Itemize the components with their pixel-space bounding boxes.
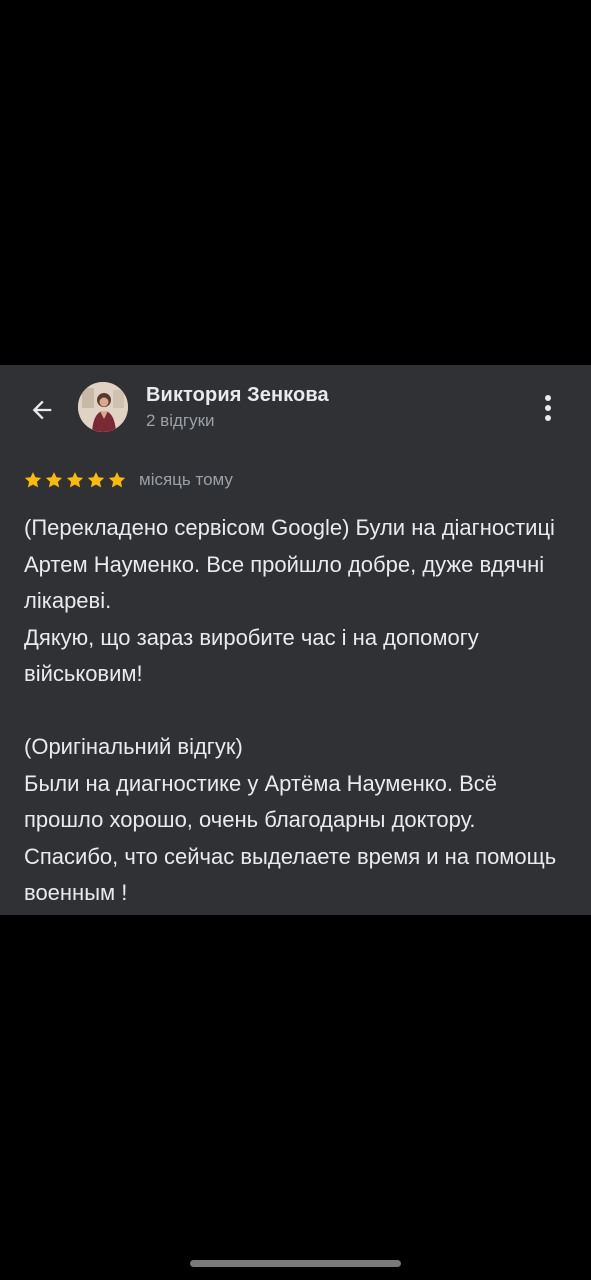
star-icon bbox=[87, 472, 105, 488]
star-icon bbox=[108, 472, 126, 488]
reviewer-name[interactable]: Виктория Зенкова bbox=[146, 384, 329, 407]
star-icon bbox=[24, 472, 42, 488]
review-date: місяць тому bbox=[139, 470, 233, 489]
review-header: Виктория Зенкова 2 відгуки bbox=[0, 365, 591, 451]
arrow-back-icon bbox=[32, 400, 52, 420]
rating-row: місяць тому bbox=[23, 468, 233, 492]
star-rating bbox=[23, 470, 127, 490]
review-card: Виктория Зенкова 2 відгуки місяць тому (… bbox=[0, 365, 591, 915]
review-count: 2 відгуки bbox=[146, 411, 215, 430]
avatar[interactable] bbox=[78, 382, 128, 432]
star-icon bbox=[66, 472, 84, 488]
star-icon bbox=[45, 472, 63, 488]
back-button[interactable] bbox=[22, 390, 62, 430]
review-text: (Перекладено сервісом Google) Були на ді… bbox=[24, 515, 557, 905]
more-options-button[interactable] bbox=[532, 390, 564, 426]
avatar-image bbox=[78, 382, 128, 432]
more-vert-icon bbox=[545, 395, 551, 421]
home-indicator[interactable] bbox=[190, 1260, 401, 1267]
screen: Виктория Зенкова 2 відгуки місяць тому (… bbox=[0, 0, 591, 1280]
